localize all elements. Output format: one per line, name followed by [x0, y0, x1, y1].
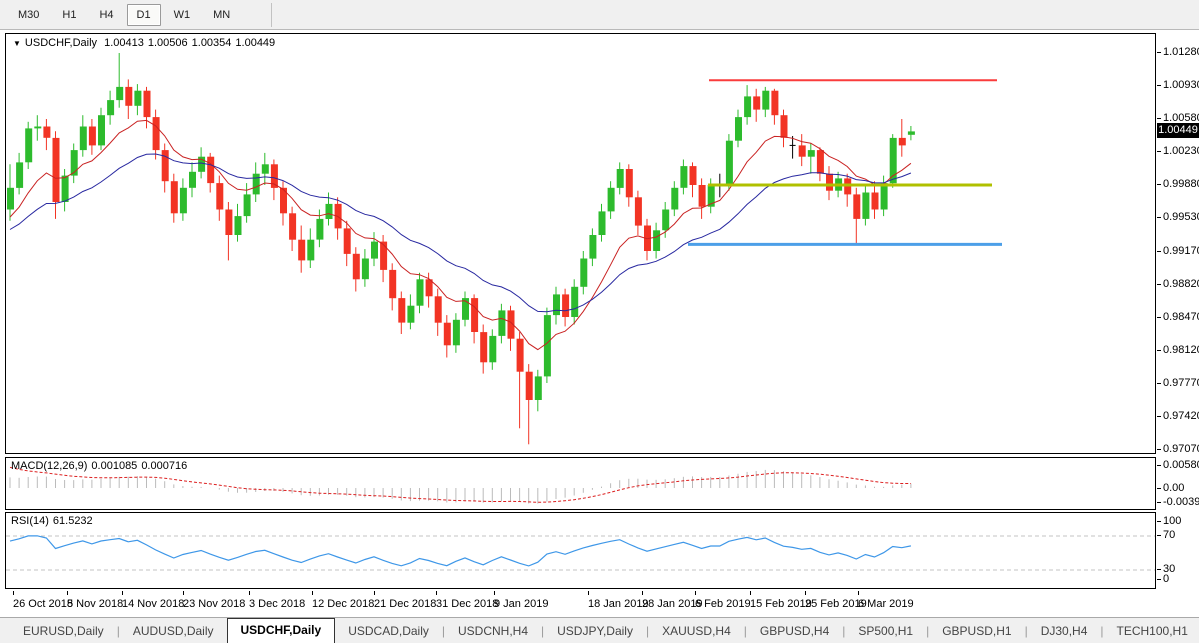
price-tick-label: 0.97070 [1157, 442, 1199, 456]
date-label: 6 Feb 2019 [695, 598, 751, 610]
rsi-tick-label: 100 [1157, 514, 1181, 528]
macd-tick-label: 0.00 [1157, 481, 1184, 495]
macd-main-value: 0.001085 [91, 460, 138, 472]
macd-tick-label: 0.005802 [1157, 458, 1199, 472]
price-axis[interactable]: 1.01280 1.00930 1.00580 1.00230 0.99880 0.995… [1157, 33, 1199, 456]
date-label: 26 Oct 2018 [13, 598, 73, 610]
date-tick [374, 591, 375, 595]
date-tick [858, 591, 859, 595]
rsi-tick-label: 70 [1157, 528, 1175, 542]
tab-tech100-h1[interactable]: TECH100,H1 [1104, 620, 1199, 643]
tab-gbpusd-h4[interactable]: GBPUSD,H4 [747, 620, 842, 643]
timeframe-button-d1[interactable]: D1 [126, 3, 161, 26]
mt4-window: M30 H1 H4 D1 W1 MN ▼ USDCHF,Daily 1.00413 1.005… [0, 0, 1199, 643]
macd-signal-value: 0.000716 [141, 460, 188, 472]
rsi-axis: 100 70 30 0 [1157, 512, 1199, 589]
timeframe-button-w1[interactable]: W1 [164, 4, 201, 26]
date-label: 9 Jan 2019 [494, 598, 549, 610]
date-axis[interactable]: 26 Oct 2018 5 Nov 2018 14 Nov 2018 23 Nov 2… [5, 591, 1199, 615]
timeframe-buttons: M30 H1 H4 D1 W1 MN [8, 3, 243, 26]
tab-usdjpy-daily[interactable]: USDJPY,Daily [544, 620, 646, 643]
date-label: 28 Jan 2019 [642, 598, 703, 610]
chart-window: ▼ USDCHF,Daily 1.00413 1.00506 1.00354 1.004… [0, 31, 1199, 617]
date-label: 3 Dec 2018 [249, 598, 306, 610]
price-tick-label: 1.00230 [1157, 144, 1199, 158]
date-tick [312, 591, 313, 595]
price-tick-label: 1.00930 [1157, 78, 1199, 92]
date-tick [13, 591, 14, 595]
timeframe-toolbar: M30 H1 H4 D1 W1 MN [0, 0, 1199, 30]
date-tick [183, 591, 184, 595]
date-tick [436, 591, 437, 595]
current-price-badge: 1.00449 [1157, 123, 1199, 138]
date-label: 14 Nov 2018 [122, 598, 185, 610]
date-tick [695, 591, 696, 595]
chart-symbol: USDCHF,Daily [24, 37, 98, 49]
date-label: 21 Dec 2018 [374, 598, 437, 610]
date-label: 23 Nov 2018 [183, 598, 246, 610]
ohlc-high: 1.00506 [147, 37, 188, 49]
date-tick [805, 591, 806, 595]
date-tick [750, 591, 751, 595]
price-tick-label: 1.01280 [1157, 45, 1199, 59]
chart-collapse-icon[interactable]: ▼ [13, 39, 21, 48]
rsi-name: RSI(14) [11, 515, 49, 527]
date-label: 6 Mar 2019 [858, 598, 914, 610]
toolbar-separator [271, 2, 273, 27]
macd-name: MACD(12,26,9) [11, 460, 88, 472]
price-tick-label: 0.98120 [1157, 343, 1199, 357]
ohlc-low: 1.00354 [191, 37, 232, 49]
date-tick [122, 591, 123, 595]
price-tick-label: 0.99530 [1157, 210, 1199, 224]
timeframe-button-h4[interactable]: H4 [89, 4, 123, 26]
rsi-canvas[interactable] [6, 513, 1155, 588]
tab-eurusd-daily[interactable]: EURUSD,Daily [10, 620, 117, 643]
ohlc-open: 1.00413 [104, 37, 144, 49]
tab-usdcnh-h4[interactable]: USDCNH,H4 [445, 620, 541, 643]
tab-usdchf-daily[interactable]: USDCHF,Daily [226, 618, 336, 643]
timeframe-button-h1[interactable]: H1 [52, 4, 86, 26]
timeframe-button-mn[interactable]: MN [203, 4, 240, 26]
price-tick-label: 0.97770 [1157, 376, 1199, 390]
macd-pane[interactable]: MACD(12,26,9) 0.001085 0.000716 [5, 457, 1156, 510]
date-tick [67, 591, 68, 595]
price-tick-label: 0.97420 [1157, 409, 1199, 423]
ohlc-close: 1.00449 [235, 37, 276, 49]
tab-sp500-h1[interactable]: SP500,H1 [845, 620, 926, 643]
tab-gbpusd-h1[interactable]: GBPUSD,H1 [929, 620, 1024, 643]
timeframe-button-m30[interactable]: M30 [8, 4, 49, 26]
price-tick-label: 0.99880 [1157, 177, 1199, 191]
rsi-value: 61.5232 [52, 515, 93, 527]
chart-title: ▼ USDCHF,Daily 1.00413 1.00506 1.00354 1.004… [13, 37, 279, 49]
tab-audusd-daily[interactable]: AUDUSD,Daily [120, 620, 227, 643]
date-label: 31 Dec 2018 [436, 598, 499, 610]
rsi-tick-label: 0 [1157, 572, 1169, 586]
date-label: 15 Feb 2019 [750, 598, 812, 610]
macd-tick-label: -0.003945 [1157, 495, 1199, 509]
date-label: 18 Jan 2019 [588, 598, 649, 610]
date-label: 12 Dec 2018 [312, 598, 375, 610]
rsi-label: RSI(14) 61.5232 [11, 515, 97, 527]
rsi-pane[interactable]: RSI(14) 61.5232 [5, 512, 1156, 589]
tab-xauusd-h4[interactable]: XAUUSD,H4 [649, 620, 744, 643]
price-tick-label: 0.99170 [1157, 244, 1199, 258]
date-tick [249, 591, 250, 595]
candlestick-canvas[interactable] [6, 34, 1155, 453]
macd-axis: 0.005802 0.00-0.003945 [1157, 457, 1199, 510]
tab-usdcad-daily[interactable]: USDCAD,Daily [335, 620, 442, 643]
date-tick [588, 591, 589, 595]
price-tick-label: 0.98820 [1157, 277, 1199, 291]
main-chart-pane[interactable]: ▼ USDCHF,Daily 1.00413 1.00506 1.00354 1.004… [5, 33, 1156, 454]
price-tick-label: 0.98470 [1157, 310, 1199, 324]
chart-tabs: EURUSD,Daily | AUDUSD,Daily USDCHF,Daily USD… [10, 618, 1199, 643]
date-label: 5 Nov 2018 [67, 598, 124, 610]
chart-tabbar: EURUSD,Daily | AUDUSD,Daily USDCHF,Daily USD… [0, 617, 1199, 643]
tab-dj30-h4[interactable]: DJ30,H4 [1028, 620, 1101, 643]
date-tick [494, 591, 495, 595]
date-tick [642, 591, 643, 595]
macd-label: MACD(12,26,9) 0.001085 0.000716 [11, 460, 191, 472]
